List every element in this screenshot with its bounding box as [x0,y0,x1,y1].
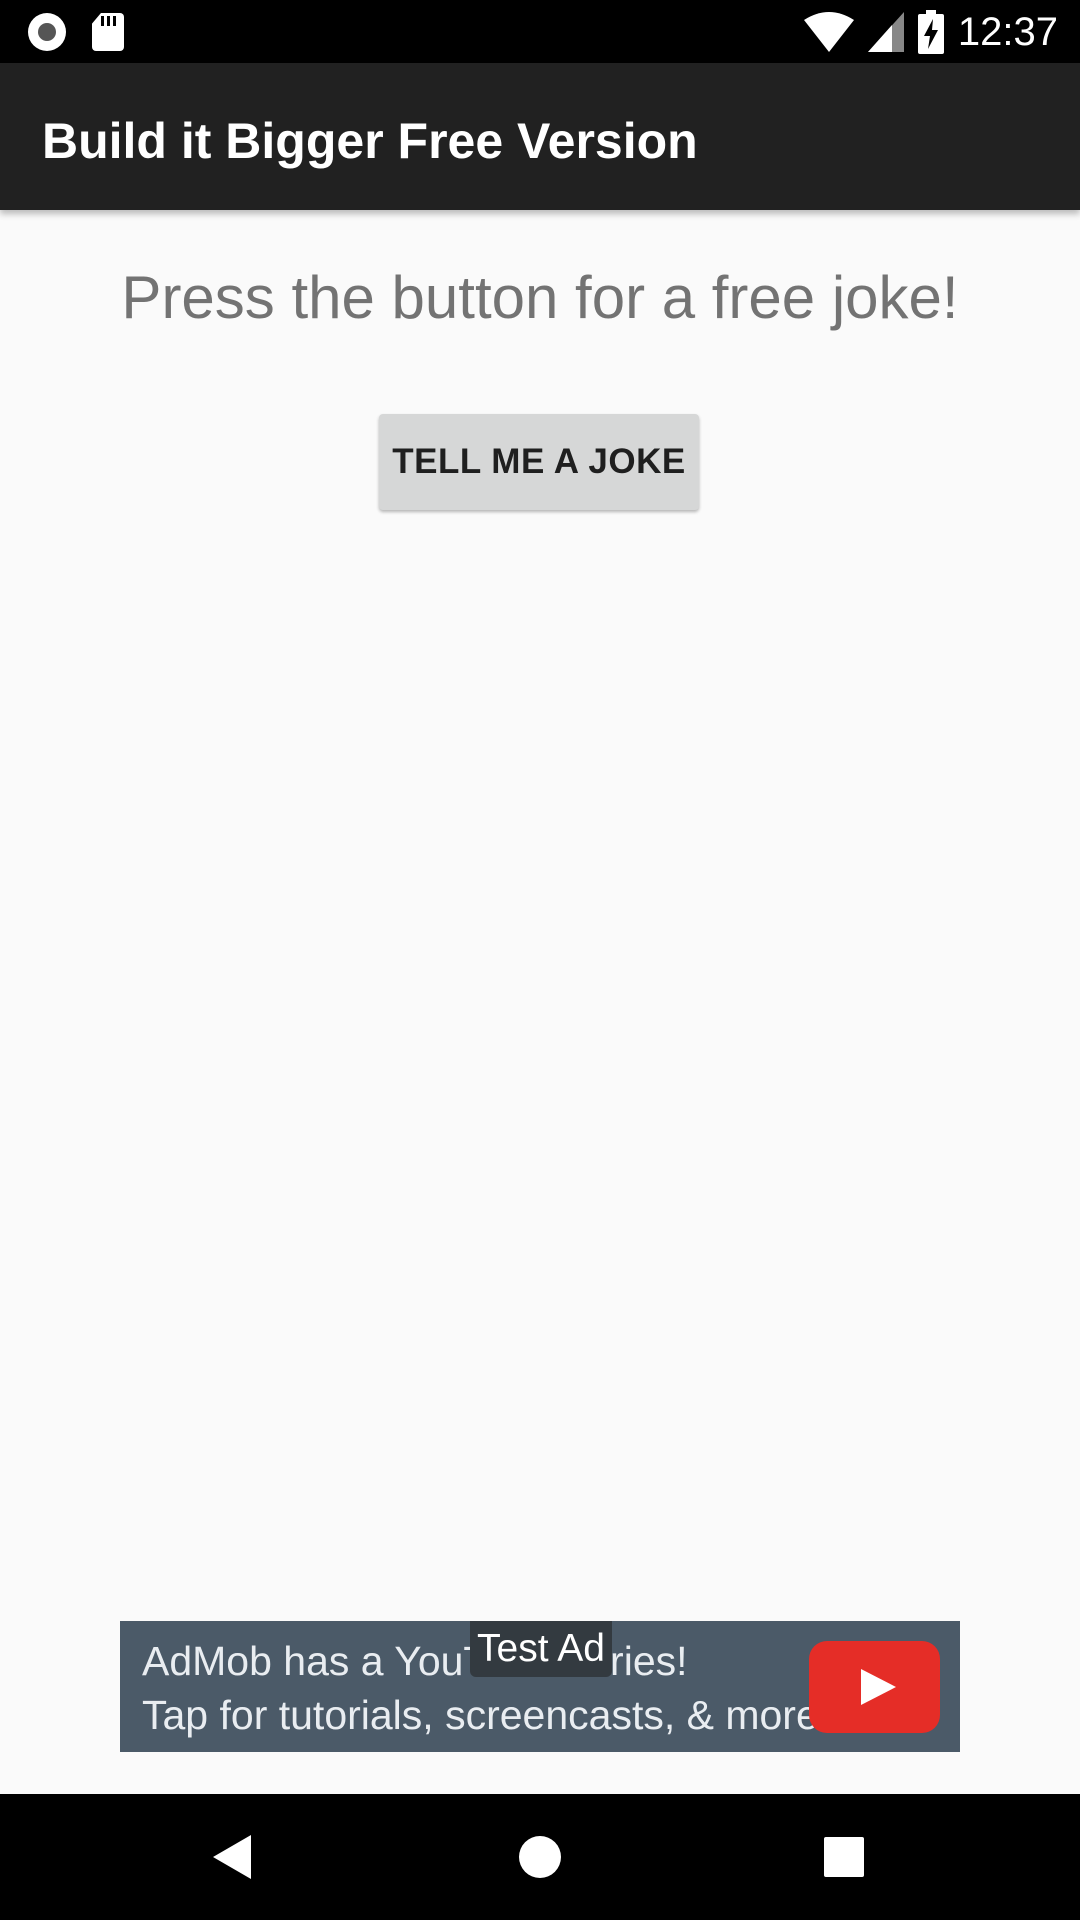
youtube-play-icon [809,1641,940,1733]
battery-charging-icon [917,10,944,54]
cell-signal-icon [867,12,904,52]
ad-text-line2: Tap for tutorials, screencasts, & more. [142,1692,831,1738]
navigation-bar [0,1794,1080,1920]
app-bar: Build it Bigger Free Version [0,63,1080,210]
sd-card-icon [92,13,124,51]
test-ad-badge: Test Ad [470,1621,612,1677]
app-title: Build it Bigger Free Version [42,113,698,169]
screen-record-icon [28,13,66,51]
tell-joke-button[interactable]: TELL ME A JOKE [379,414,699,510]
home-icon[interactable] [509,1826,571,1888]
recents-icon[interactable] [813,1826,875,1888]
wifi-icon [803,12,854,52]
back-icon[interactable] [205,1826,267,1888]
status-left-icons [28,12,124,52]
status-clock: 12:37 [957,10,1058,54]
joke-prompt: Press the button for a free joke! [121,264,959,331]
status-bar: 12:37 [0,0,1080,63]
status-right-icons: 12:37 [803,8,1058,56]
ad-banner[interactable]: AdMob has a YouTube series! Tap for tuto… [120,1621,960,1752]
